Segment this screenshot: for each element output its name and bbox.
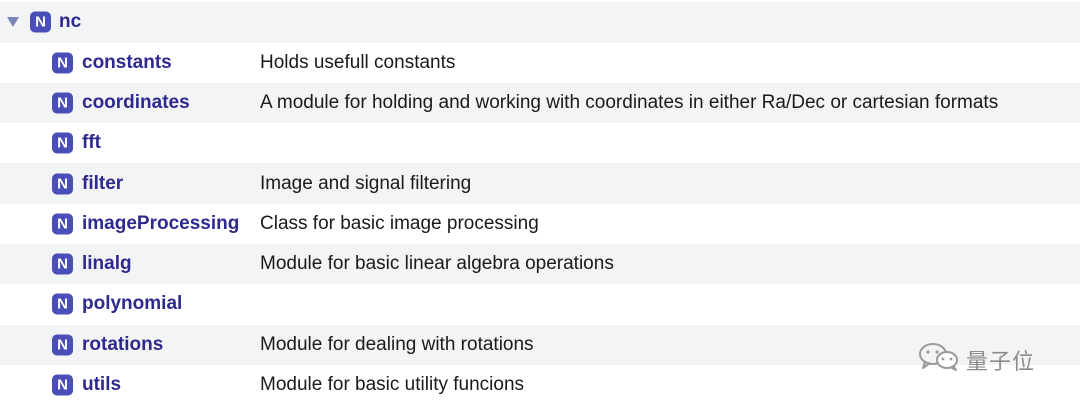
namespace-name[interactable]: rotations [82, 334, 163, 356]
namespace-icon: N [52, 52, 73, 74]
namespace-description: Module for dealing with rotations [260, 333, 534, 355]
namespace-icon: N [52, 92, 73, 114]
tree-row-filter[interactable]: N filter Image and signal filtering [0, 163, 1080, 204]
namespace-name[interactable]: constants [82, 52, 172, 74]
namespace-icon: N [30, 11, 51, 33]
tree-row-linalg[interactable]: N linalg Module for basic linear algebra… [0, 243, 1080, 285]
namespace-icon: N [52, 253, 73, 275]
tree-row-constants[interactable]: N constants Holds usefull constants [0, 43, 1080, 83]
namespace-description: Image and signal filtering [260, 172, 472, 194]
namespace-icon: N [52, 132, 73, 154]
namespace-name[interactable]: polynomial [82, 293, 182, 315]
tree-row-polynomial[interactable]: N polynomial [0, 284, 1080, 324]
tree-row-nc[interactable]: N nc [0, 2, 1080, 43]
tree-row-imageprocessing[interactable]: N imageProcessing Class for basic image … [0, 204, 1080, 244]
disclosure-triangle-icon[interactable] [6, 15, 20, 29]
namespace-name[interactable]: nc [59, 11, 81, 33]
namespace-name[interactable]: linalg [82, 253, 132, 275]
namespace-icon: N [52, 374, 73, 396]
namespace-name[interactable]: utils [82, 374, 121, 396]
namespace-icon: N [52, 213, 73, 235]
namespace-icon: N [52, 173, 73, 195]
tree-row-fft[interactable]: N fft [0, 123, 1080, 163]
namespace-description: Holds usefull constants [260, 51, 456, 73]
namespace-description: Class for basic image processing [260, 212, 539, 234]
wechat-icon [918, 342, 960, 377]
namespace-description: Module for basic utility funcions [260, 374, 525, 396]
namespace-description: A module for holding and working with co… [260, 91, 999, 113]
namespace-icon: N [52, 293, 73, 315]
namespace-icon: N [52, 334, 73, 356]
namespace-name[interactable]: coordinates [82, 92, 190, 114]
namespace-name[interactable]: filter [82, 173, 123, 195]
namespace-description: Module for basic linear algebra operatio… [260, 253, 614, 275]
watermark-text: 量子位 [966, 349, 1036, 375]
watermark: 量子位 [918, 342, 1035, 377]
namespace-name[interactable]: imageProcessing [82, 213, 239, 235]
tree-row-coordinates[interactable]: N coordinates A module for holding and w… [0, 82, 1080, 124]
namespace-name[interactable]: fft [82, 132, 101, 154]
